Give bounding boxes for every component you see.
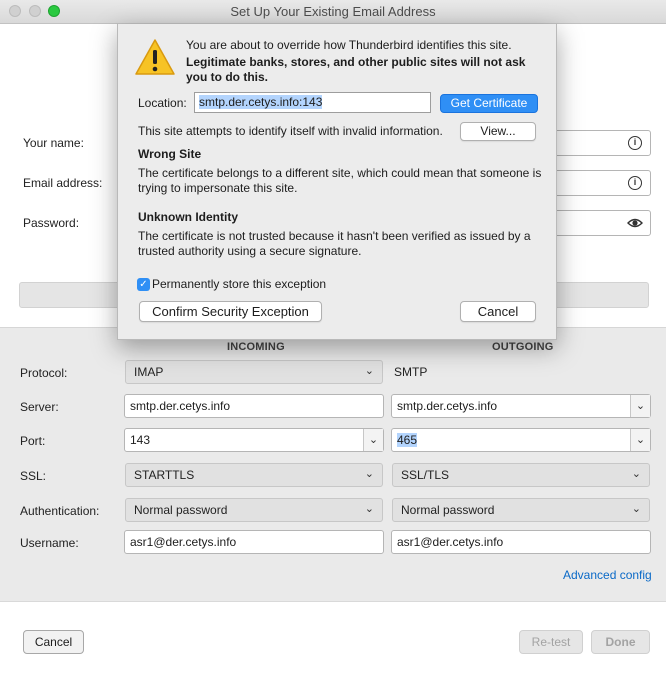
- wrong-site-text: The certificate belongs to a different s…: [138, 166, 542, 195]
- incoming-auth-value: Normal password: [134, 503, 228, 517]
- port-label: Port:: [20, 434, 46, 448]
- incoming-protocol-select[interactable]: IMAP ⌄: [125, 360, 383, 384]
- email-address-label: Email address:: [23, 176, 103, 190]
- outgoing-ssl-value: SSL/TLS: [401, 468, 450, 482]
- manual-config-panel: INCOMING OUTGOING Protocol: Server: Port…: [0, 327, 666, 601]
- permanent-store-checkbox[interactable]: ✓: [137, 278, 150, 291]
- show-password-eye-icon[interactable]: [627, 217, 643, 229]
- outgoing-auth-value: Normal password: [401, 503, 495, 517]
- incoming-server-input[interactable]: smtp.der.cetys.info: [124, 394, 384, 418]
- chevron-down-icon: ⌄: [631, 503, 641, 515]
- outgoing-ssl-select[interactable]: SSL/TLS ⌄: [392, 463, 650, 487]
- override-warning-text: You are about to override how Thunderbir…: [186, 38, 512, 52]
- outgoing-server-combo[interactable]: smtp.der.cetys.info ⌄: [391, 394, 651, 418]
- your-name-field[interactable]: i: [545, 130, 651, 156]
- dialog-cancel-button[interactable]: Cancel: [460, 301, 536, 322]
- security-exception-dialog: You are about to override how Thunderbir…: [117, 24, 557, 340]
- cancel-button[interactable]: Cancel: [23, 630, 84, 654]
- unknown-identity-heading: Unknown Identity: [138, 210, 238, 224]
- get-certificate-button[interactable]: Get Certificate: [440, 94, 538, 113]
- protocol-label: Protocol:: [20, 366, 68, 380]
- unknown-identity-text: The certificate is not trusted because i…: [138, 229, 531, 258]
- incoming-column-header: INCOMING: [227, 341, 285, 353]
- outgoing-auth-select[interactable]: Normal password ⌄: [392, 498, 650, 522]
- window-title: Set Up Your Existing Email Address: [230, 4, 436, 19]
- your-name-label: Your name:: [23, 136, 84, 150]
- chevron-down-icon: ⌄: [364, 365, 374, 377]
- incoming-port-combo[interactable]: 143 ⌄: [124, 428, 384, 452]
- incoming-ssl-select[interactable]: STARTTLS ⌄: [125, 463, 383, 487]
- chevron-down-icon[interactable]: ⌄: [630, 395, 650, 417]
- ssl-label: SSL:: [20, 469, 47, 483]
- chevron-down-icon[interactable]: ⌄: [363, 429, 383, 451]
- footer-bar: Cancel Re-test Done: [0, 601, 666, 679]
- chevron-down-icon: ⌄: [364, 468, 374, 480]
- invalid-info-text: This site attempts to identify itself wi…: [138, 124, 443, 138]
- location-label: Location:: [138, 96, 187, 110]
- chevron-down-icon: ⌄: [631, 468, 641, 480]
- outgoing-protocol-value: SMTP: [394, 365, 428, 379]
- confirm-security-exception-button[interactable]: Confirm Security Exception: [139, 301, 322, 322]
- outgoing-port-value[interactable]: 465: [397, 433, 418, 447]
- retest-button[interactable]: Re-test: [519, 630, 583, 654]
- outgoing-server-value[interactable]: smtp.der.cetys.info: [397, 399, 497, 413]
- warning-icon: [135, 39, 175, 75]
- outgoing-username-input[interactable]: asr1@der.cetys.info: [391, 530, 651, 554]
- server-label: Server:: [20, 400, 59, 414]
- outgoing-port-combo[interactable]: 465 ⌄: [391, 428, 651, 452]
- legitimate-sites-warning: Legitimate banks, stores, and other publ…: [186, 55, 526, 84]
- outgoing-column-header: OUTGOING: [492, 341, 554, 353]
- incoming-ssl-value: STARTTLS: [134, 468, 195, 482]
- chevron-down-icon[interactable]: ⌄: [630, 429, 650, 451]
- incoming-port-value[interactable]: 143: [130, 433, 150, 447]
- permanent-store-label[interactable]: Permanently store this exception: [152, 277, 326, 292]
- location-input[interactable]: smtp.der.cetys.info:143: [194, 92, 431, 113]
- incoming-username-input[interactable]: asr1@der.cetys.info: [124, 530, 384, 554]
- password-label: Password:: [23, 216, 80, 230]
- title-bar: Set Up Your Existing Email Address: [0, 0, 666, 24]
- view-certificate-button[interactable]: View...: [460, 122, 536, 141]
- location-value[interactable]: smtp.der.cetys.info:143: [199, 95, 323, 109]
- email-address-field[interactable]: i: [545, 170, 651, 196]
- incoming-protocol-value: IMAP: [134, 365, 164, 379]
- advanced-config-link[interactable]: Advanced config: [563, 568, 652, 582]
- done-button[interactable]: Done: [591, 630, 650, 654]
- wrong-site-heading: Wrong Site: [138, 147, 202, 161]
- authentication-label: Authentication:: [20, 504, 100, 518]
- info-icon[interactable]: i: [628, 136, 642, 150]
- chevron-down-icon: ⌄: [364, 503, 374, 515]
- incoming-auth-select[interactable]: Normal password ⌄: [125, 498, 383, 522]
- info-icon[interactable]: i: [628, 176, 642, 190]
- password-field[interactable]: [545, 210, 651, 236]
- username-label: Username:: [20, 536, 79, 550]
